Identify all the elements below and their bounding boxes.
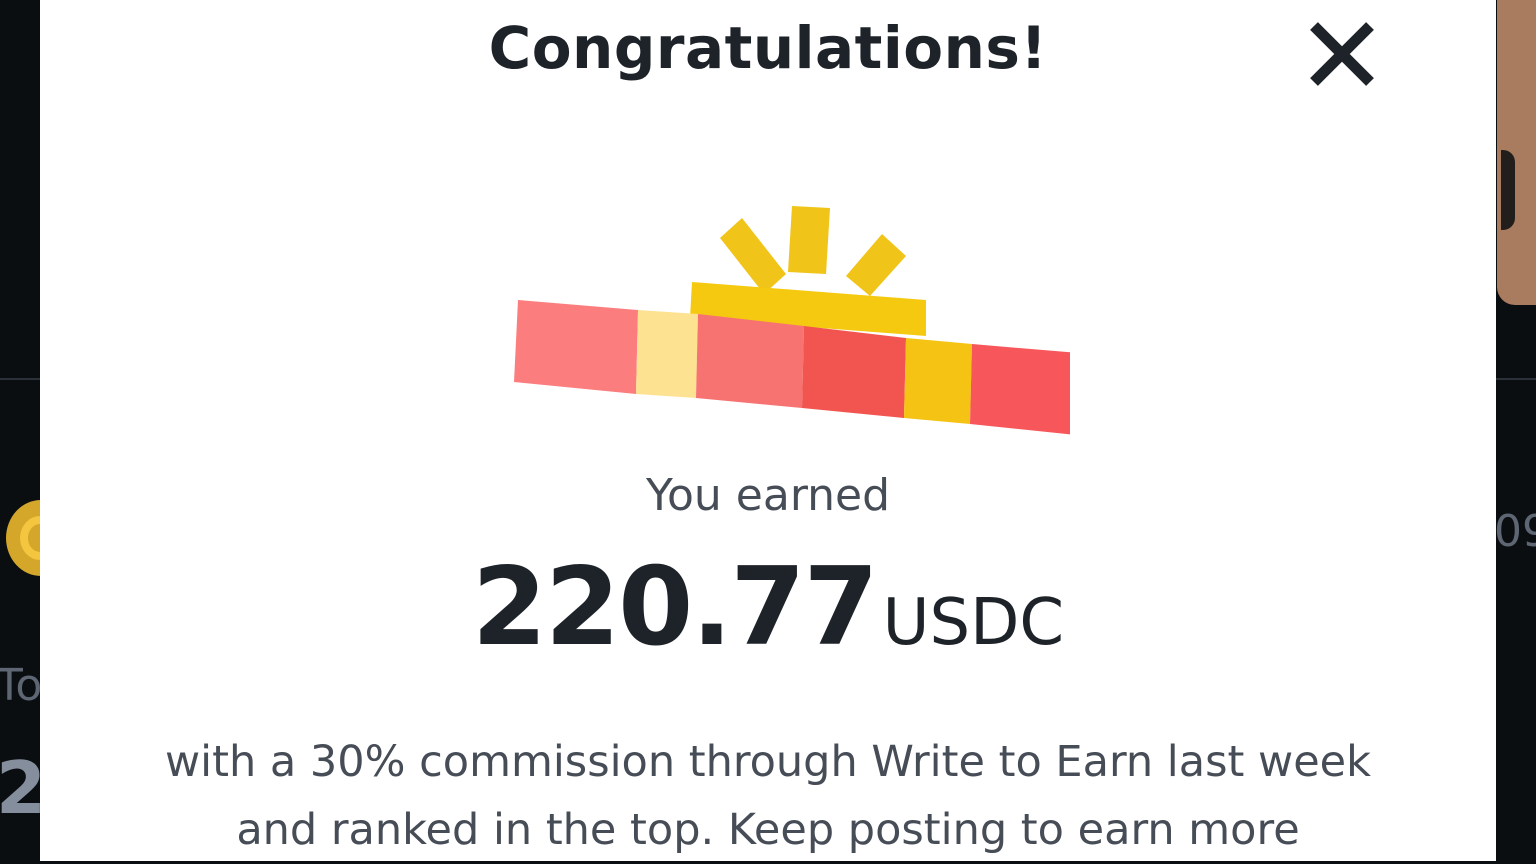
currency-label: USDC <box>882 586 1065 660</box>
description-line: and ranked in the top. Keep posting to e… <box>236 805 1300 855</box>
earned-amount: 220.77USDC <box>40 548 1496 683</box>
background-divider <box>0 378 40 380</box>
background-value: 09 <box>1494 506 1536 557</box>
earned-label: You earned <box>645 470 891 521</box>
amount-value: 220.77 <box>471 545 879 670</box>
close-button[interactable] <box>1302 14 1382 94</box>
background-label: To <box>0 660 43 711</box>
description-line: with a 30% commission through Write to E… <box>164 737 1372 787</box>
reward-modal: Congratulations! You earned 220.77USDC w… <box>40 0 1496 861</box>
background-thumbnail <box>1497 0 1536 305</box>
gift-box-icon <box>470 196 1070 446</box>
close-icon <box>1310 22 1374 86</box>
modal-title: Congratulations! <box>488 14 1048 82</box>
background-divider <box>1496 378 1536 380</box>
reward-description: with a 30% commission through Write to E… <box>80 728 1456 864</box>
